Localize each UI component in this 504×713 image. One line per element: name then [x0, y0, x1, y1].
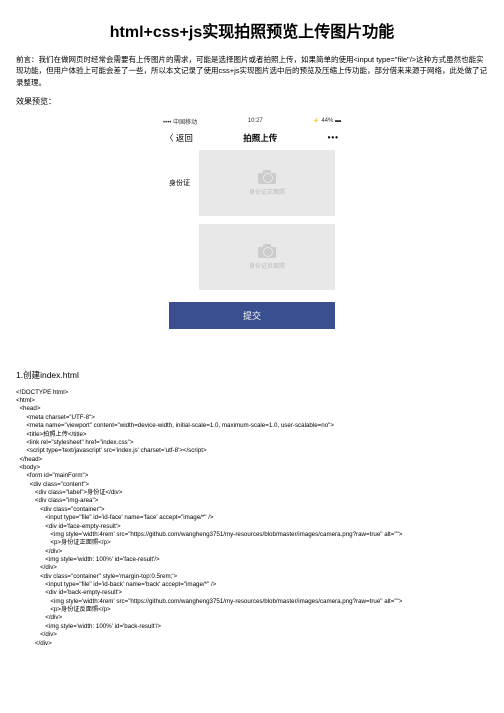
nav-bar: 〈 返回 拍照上传 ••• — [155, 128, 349, 150]
page-title: html+css+js实现拍照预览上传图片功能 — [16, 18, 488, 42]
upload-area: 身份证 身份证正面照 身份证反面照 — [155, 150, 349, 290]
time-text: 10:27 — [248, 118, 263, 124]
submit-button[interactable]: 提交 — [169, 302, 335, 329]
upload-row-2: 身份证反面照 — [199, 224, 335, 290]
id-label: 身份证 — [169, 178, 193, 188]
camera-icon — [258, 244, 276, 258]
code-block: <!DOCTYPE html> <html> <head> <meta char… — [16, 389, 488, 648]
phone-preview: •••• 中国移动 10:27 ⚡ 44% ▬ 〈 返回 拍照上传 ••• 身份… — [155, 113, 349, 329]
status-bar: •••• 中国移动 10:27 ⚡ 44% ▬ — [155, 113, 349, 128]
upload-placeholder-front[interactable]: 身份证正面照 — [199, 150, 335, 216]
upload-placeholder-back[interactable]: 身份证反面照 — [199, 224, 335, 290]
upload-row-1: 身份证 身份证正面照 — [169, 150, 335, 216]
more-button[interactable]: ••• — [328, 133, 339, 142]
back-button[interactable]: 〈 返回 — [165, 132, 193, 144]
intro-text: 前言：我们在做网页时经常会需要有上传图片的需求，可能是选择图片或者拍照上传，如果… — [16, 54, 488, 88]
step-1-label: 1.创建index.html — [16, 369, 488, 381]
placeholder-text-back: 身份证反面照 — [249, 261, 285, 270]
battery-text: ⚡ 44% ▬ — [313, 118, 341, 124]
camera-icon — [258, 170, 276, 184]
preview-label: 效果预览： — [16, 96, 488, 107]
nav-title: 拍照上传 — [243, 132, 277, 144]
carrier-text: •••• 中国移动 — [163, 117, 197, 126]
placeholder-text-front: 身份证正面照 — [249, 187, 285, 196]
